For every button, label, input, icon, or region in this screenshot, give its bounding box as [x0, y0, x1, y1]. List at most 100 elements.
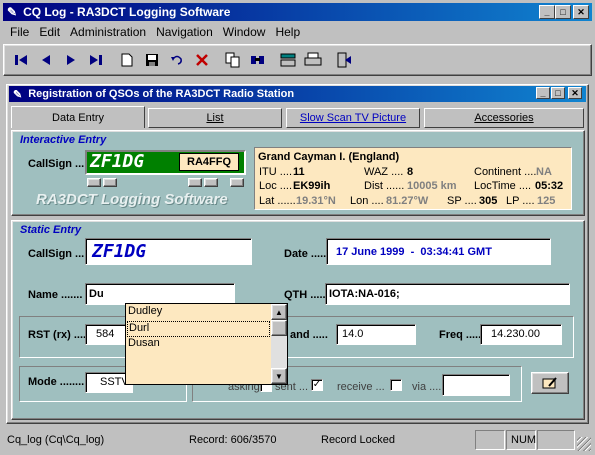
receive-checkbox[interactable]	[390, 379, 402, 391]
indicator-2[interactable]	[103, 178, 117, 187]
scroll-down-arrow[interactable]: ▼	[271, 368, 287, 384]
static-callsign-value: ZF1DG	[92, 241, 147, 262]
status-locked: Record Locked	[321, 434, 395, 446]
pencil-icon	[542, 377, 557, 389]
my-callsign-box: RA4FFQ	[179, 153, 239, 171]
copy-icon[interactable]	[222, 49, 244, 71]
child-titlebar: ✎ Registration of QSOs of the RA3DCT Rad…	[9, 86, 586, 102]
qth-value: IOTA:NA-016;	[329, 288, 400, 300]
status-database: Cq_log (Cq\Cq_log)	[7, 434, 105, 446]
status-cell-empty-2	[537, 430, 575, 450]
app-titlebar: ✎ CQ Log - RA3DCT Logging Software	[3, 3, 592, 21]
indicator-5[interactable]	[230, 178, 244, 187]
static-entry-title: Static Entry	[20, 224, 82, 236]
itu-value: 11	[293, 166, 305, 178]
lp-label: LP ....	[506, 195, 535, 207]
delete-icon[interactable]	[191, 49, 213, 71]
tab-sstv-picture[interactable]: Slow Scan TV Picture	[286, 108, 420, 128]
interactive-callsign-label: CallSign ....	[28, 158, 88, 170]
edit-note-button[interactable]	[531, 372, 569, 394]
via-field[interactable]	[442, 374, 510, 396]
loctime-label: LocTime ....	[474, 180, 532, 192]
export-icon[interactable]	[277, 49, 299, 71]
print-icon[interactable]	[302, 49, 324, 71]
maximize-button[interactable]: □	[555, 5, 571, 19]
menu-administration[interactable]: Administration	[70, 25, 146, 41]
lat-label: Lat ......	[259, 195, 296, 207]
lon-value: 81.27°W	[386, 195, 429, 207]
lp-value: 125	[537, 195, 556, 207]
resize-grip-icon[interactable]	[577, 437, 591, 451]
status-num: NUM	[506, 430, 536, 450]
indicator-4[interactable]	[204, 178, 218, 187]
freq-label: Freq .....	[439, 329, 482, 341]
country-name: Grand Cayman I. (England)	[258, 151, 400, 163]
undo-icon[interactable]	[166, 49, 188, 71]
dist-value: 10005 km	[407, 180, 457, 192]
dropdown-item-durl[interactable]: Durl	[127, 321, 270, 337]
band-label: and .....	[290, 329, 328, 341]
date-label: Date .....	[284, 248, 327, 260]
child-icon: ✎	[13, 88, 23, 101]
app-title: CQ Log - RA3DCT Logging Software	[23, 5, 231, 19]
app-icon: ✎	[7, 5, 18, 19]
rst-value: 584	[96, 328, 115, 340]
sp-label: SP ....	[447, 195, 477, 207]
static-callsign-label: CallSign ....	[28, 248, 88, 260]
indicator-1[interactable]	[87, 178, 101, 187]
save-icon[interactable]	[141, 49, 163, 71]
menu-bar: File Edit Administration Navigation Wind…	[10, 25, 310, 41]
mode-label: Mode ........	[28, 376, 85, 388]
close-button[interactable]: ✕	[573, 5, 589, 19]
child-close-button[interactable]: ✕	[568, 87, 582, 99]
name-value: Du	[89, 288, 104, 300]
menu-edit[interactable]: Edit	[39, 25, 60, 41]
name-field[interactable]	[85, 283, 235, 305]
status-record: Record: 606/3570	[189, 434, 277, 446]
waz-label: WAZ ....	[364, 166, 404, 178]
waz-value: 8	[407, 166, 414, 178]
child-title: Registration of QSOs of the RA3DCT Radio…	[28, 88, 295, 100]
lat-value: 19.31°N	[296, 195, 336, 207]
indicator-3[interactable]	[188, 178, 202, 187]
rst-label: RST (rx) ....	[28, 329, 87, 341]
continent-label: Continent ....	[474, 166, 537, 178]
watermark-text: RA3DCT Logging Software	[36, 191, 228, 208]
child-minimize-button[interactable]: _	[536, 87, 550, 99]
menu-help[interactable]: Help	[275, 25, 300, 41]
scroll-thumb[interactable]	[271, 320, 287, 336]
date-value: 17 June 1999 - 03:34:41 GMT	[336, 246, 492, 258]
tab-accessories[interactable]: Accessories	[424, 108, 584, 128]
loctime-value: 05:32	[535, 180, 564, 192]
status-cell-empty	[475, 430, 505, 450]
loc-label: Loc ....	[259, 180, 293, 192]
interactive-callsign-value: ZF1DG	[90, 151, 145, 172]
lon-label: Lon ....	[350, 195, 384, 207]
child-maximize-button[interactable]: □	[551, 87, 565, 99]
dropdown-item-dusan[interactable]: Dusan	[127, 337, 270, 353]
dist-label: Dist ......	[364, 180, 405, 192]
receive-label: receive ...	[337, 381, 385, 393]
sent-checkbox[interactable]: ✓	[311, 379, 323, 391]
new-record-icon[interactable]	[116, 49, 138, 71]
loc-value: EK99ih	[293, 180, 331, 192]
dropdown-item-dudley[interactable]: Dudley	[127, 305, 270, 321]
tab-list[interactable]: List	[148, 108, 282, 128]
first-record-icon[interactable]	[10, 49, 32, 71]
next-record-icon[interactable]	[60, 49, 82, 71]
minimize-button[interactable]: _	[539, 5, 555, 19]
tab-data-entry[interactable]: Data Entry	[11, 106, 145, 128]
menu-window[interactable]: Window	[223, 25, 266, 41]
prev-record-icon[interactable]	[35, 49, 57, 71]
itu-label: ITU ....	[259, 166, 292, 178]
exit-icon[interactable]	[333, 49, 355, 71]
scroll-up-arrow[interactable]: ▲	[271, 304, 287, 320]
freq-value: 14.230.00	[491, 328, 540, 340]
name-label: Name .......	[28, 289, 83, 301]
continent-value: NA	[536, 166, 552, 178]
menu-navigation[interactable]: Navigation	[156, 25, 213, 41]
last-record-icon[interactable]	[85, 49, 107, 71]
sp-value: 305	[479, 195, 498, 207]
menu-file[interactable]: File	[10, 25, 29, 41]
find-icon[interactable]	[247, 49, 269, 71]
